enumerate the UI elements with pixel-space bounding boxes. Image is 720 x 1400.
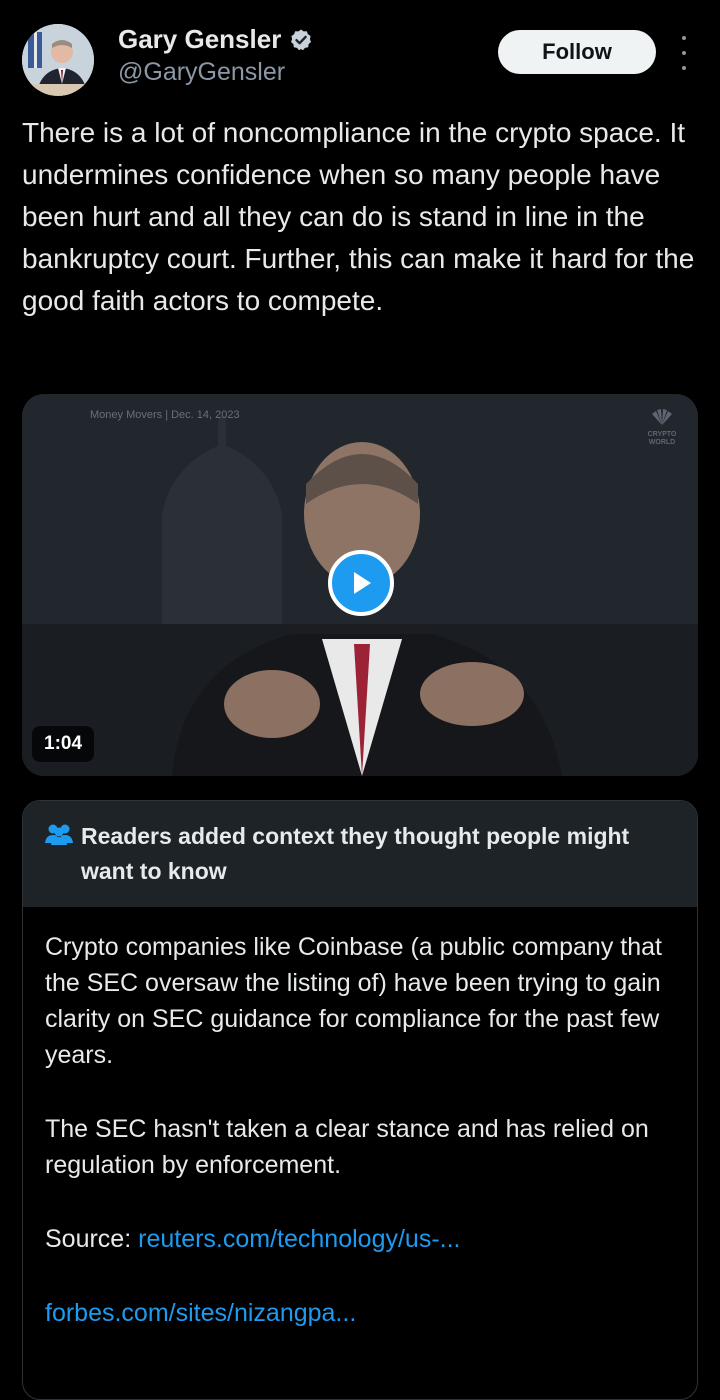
follow-button[interactable]: Follow: [498, 30, 656, 74]
author-handle[interactable]: @GaryGensler: [118, 58, 285, 87]
source-label: Source:: [45, 1225, 132, 1253]
community-note-body: Crypto companies like Coinbase (a public…: [45, 929, 675, 1331]
source-link-forbes[interactable]: forbes.com/sites/nizangpa...: [45, 1299, 356, 1327]
community-note-title: Readers added context they thought peopl…: [81, 823, 630, 884]
note-paragraph-1: Crypto companies like Coinbase (a public…: [45, 933, 662, 1069]
video-player[interactable]: Money Movers | Dec. 14, 2023 CRYPTO WORL…: [22, 394, 698, 776]
author-name-row[interactable]: Gary Gensler: [118, 24, 313, 55]
profile-photo: [22, 24, 94, 96]
cnbc-logo: CRYPTO WORLD: [642, 408, 682, 447]
community-note-header: Readers added context they thought peopl…: [23, 801, 697, 907]
note-source: Source: reuters.com/technology/us-...: [45, 1221, 675, 1257]
play-icon: [354, 572, 371, 594]
video-duration: 1:04: [32, 726, 95, 762]
people-icon: [45, 824, 73, 845]
note-paragraph-2: The SEC hasn't taken a clear stance and …: [45, 1115, 649, 1179]
tweet-text: There is a lot of noncompliance in the c…: [22, 117, 703, 316]
peacock-icon: [652, 409, 672, 425]
video-overlay-label: Money Movers | Dec. 14, 2023: [90, 409, 240, 421]
verified-badge-icon: [291, 29, 312, 50]
more-vertical-icon[interactable]: [674, 36, 694, 70]
video-brand-label: CRYPTO WORLD: [647, 431, 677, 446]
play-button[interactable]: [328, 550, 394, 616]
tweet-header: Gary Gensler @GaryGensler Follow: [22, 22, 702, 98]
community-note: Readers added context they thought peopl…: [22, 800, 698, 1400]
author-name[interactable]: Gary Gensler: [118, 24, 281, 55]
avatar[interactable]: [22, 24, 94, 96]
source-link-reuters[interactable]: reuters.com/technology/us-...: [138, 1225, 460, 1253]
